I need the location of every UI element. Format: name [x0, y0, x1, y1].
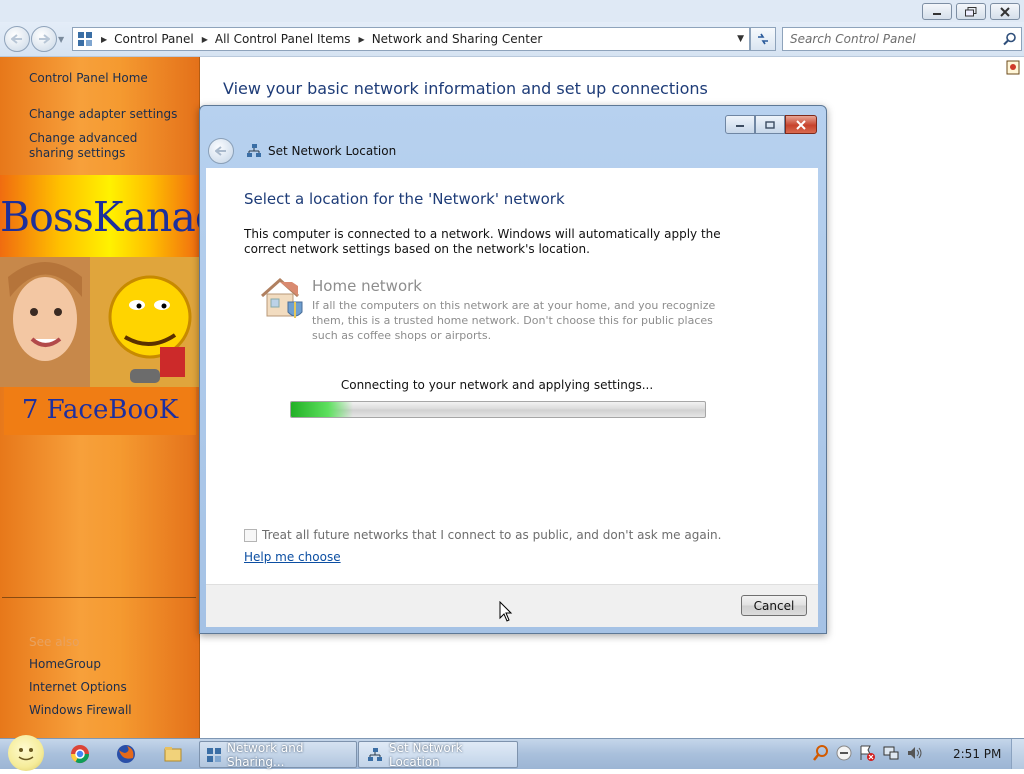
restore-icon [965, 6, 977, 16]
taskbar-item-set-network-location[interactable]: Set Network Location [358, 740, 518, 769]
system-tray [812, 744, 924, 762]
control-panel-home-link[interactable]: Control Panel Home [29, 71, 148, 86]
help-me-choose-link[interactable]: Help me choose [244, 550, 341, 564]
banner-text-top: BossKanae [0, 193, 199, 241]
banner-text-bottom: 7 FaceBooK [21, 395, 179, 425]
progress-status-text: Connecting to your network and applying … [340, 378, 654, 392]
close-icon [796, 119, 806, 130]
minimize-button[interactable] [922, 3, 952, 20]
firefox-icon[interactable] [116, 744, 136, 764]
banner-image-top: BossKanae [0, 175, 199, 257]
back-button[interactable] [4, 26, 30, 52]
home-network-option-description: If all the computers on this network are… [312, 299, 716, 342]
dialog-close-button[interactable] [785, 115, 817, 134]
photo-collage [0, 257, 199, 387]
left-pane: Control Panel Home Change adapter settin… [0, 57, 200, 738]
set-network-location-dialog: Set Network Location Select a location f… [199, 105, 827, 634]
restore-button[interactable] [956, 3, 986, 20]
navigation-bar: ▼ ▶ Control Panel ▶ All Control Panel It… [0, 22, 1024, 57]
network-icon [247, 144, 261, 157]
banner-image-bottom: 7 FaceBooK [4, 387, 196, 435]
progress-bar [290, 401, 706, 418]
dialog-heading: Select a location for the 'Network' netw… [244, 190, 565, 208]
change-sharing-settings-link[interactable]: Change advanced sharing settings [29, 131, 179, 161]
internet-options-link[interactable]: Internet Options [29, 680, 127, 695]
mouse-cursor-icon [499, 601, 513, 622]
page-title: View your basic network information and … [223, 79, 708, 98]
breadcrumb-separator-icon[interactable]: ▶ [359, 35, 365, 44]
taskbar: Network and Sharing... Set Network Locat… [0, 735, 1024, 771]
close-button[interactable] [990, 3, 1020, 20]
taskbar-item-network-sharing[interactable]: Network and Sharing... [199, 740, 357, 769]
system-clock[interactable]: 2:51 PM [953, 747, 1001, 761]
minimize-icon [736, 124, 744, 127]
home-network-icon [261, 277, 303, 318]
dialog-title: Set Network Location [268, 144, 397, 158]
window-controls [922, 3, 1020, 20]
back-arrow-icon [11, 34, 22, 44]
action-center-flag-icon[interactable] [858, 744, 876, 762]
dialog-description: This computer is connected to a network.… [244, 227, 721, 256]
breadcrumb-control-panel[interactable]: Control Panel [114, 32, 194, 46]
breadcrumb-all-items[interactable]: All Control Panel Items [215, 32, 351, 46]
dialog-back-button[interactable] [208, 138, 234, 164]
start-orb-icon [18, 748, 34, 761]
dialog-body: Select a location for the 'Network' netw… [206, 168, 818, 584]
windows-firewall-link[interactable]: Windows Firewall [29, 703, 132, 718]
homegroup-link[interactable]: HomeGroup [29, 657, 101, 672]
back-arrow-icon [215, 146, 226, 156]
address-bar[interactable]: ▶ Control Panel ▶ All Control Panel Item… [72, 27, 750, 51]
volume-icon[interactable] [906, 744, 924, 762]
taskbar-item-label: Set Network Location [388, 740, 463, 769]
forward-arrow-icon [39, 34, 50, 44]
cancel-button[interactable]: Cancel [741, 595, 807, 616]
close-icon [1000, 6, 1010, 17]
search-box[interactable]: Search Control Panel [782, 27, 1022, 51]
start-button[interactable] [8, 735, 44, 771]
dialog-maximize-button[interactable] [755, 115, 785, 134]
recent-pages-dropdown[interactable]: ▼ [58, 35, 64, 44]
dialog-window-controls [725, 115, 817, 134]
treat-public-checkbox-row: Treat all future networks that I connect… [244, 528, 721, 542]
help-icon[interactable] [1006, 60, 1020, 75]
show-desktop-button[interactable] [1011, 739, 1024, 769]
address-dropdown-icon[interactable]: ▼ [737, 34, 744, 44]
breadcrumb: ▶ Control Panel ▶ All Control Panel Item… [93, 32, 542, 46]
breadcrumb-network-sharing[interactable]: Network and Sharing Center [372, 32, 543, 46]
dialog-header: Set Network Location [208, 137, 808, 165]
refresh-icon [758, 33, 768, 45]
control-panel-icon [207, 747, 221, 762]
see-also-label: See also [29, 635, 80, 649]
messenger-icon[interactable] [836, 745, 852, 761]
control-panel-icon [78, 32, 92, 46]
treat-public-checkbox-label[interactable]: Treat all future networks that I connect… [262, 528, 721, 542]
chrome-icon[interactable] [70, 744, 90, 764]
change-adapter-settings-link[interactable]: Change adapter settings [29, 107, 177, 122]
minimize-icon [933, 12, 941, 15]
windows-explorer-icon[interactable] [163, 744, 183, 764]
search-input[interactable]: Search Control Panel [790, 32, 1003, 46]
treat-public-checkbox[interactable] [244, 528, 257, 542]
window-titlebar [0, 0, 1024, 22]
search-icon[interactable] [812, 744, 830, 762]
network-tray-icon[interactable] [882, 744, 900, 762]
dialog-minimize-button[interactable] [725, 115, 755, 134]
search-icon[interactable] [1003, 32, 1017, 46]
progress-bar-fill [291, 402, 354, 417]
breadcrumb-separator-icon[interactable]: ▶ [202, 35, 208, 44]
maximize-icon [765, 120, 775, 129]
forward-button[interactable] [31, 26, 57, 52]
network-icon [368, 747, 382, 761]
taskbar-item-label: Network and Sharing... [226, 740, 304, 769]
sidebar-divider [2, 597, 196, 598]
refresh-button[interactable] [750, 27, 776, 51]
photo-collage-image [0, 257, 199, 387]
home-network-option-title[interactable]: Home network [312, 277, 422, 295]
breadcrumb-separator-icon: ▶ [101, 34, 108, 44]
